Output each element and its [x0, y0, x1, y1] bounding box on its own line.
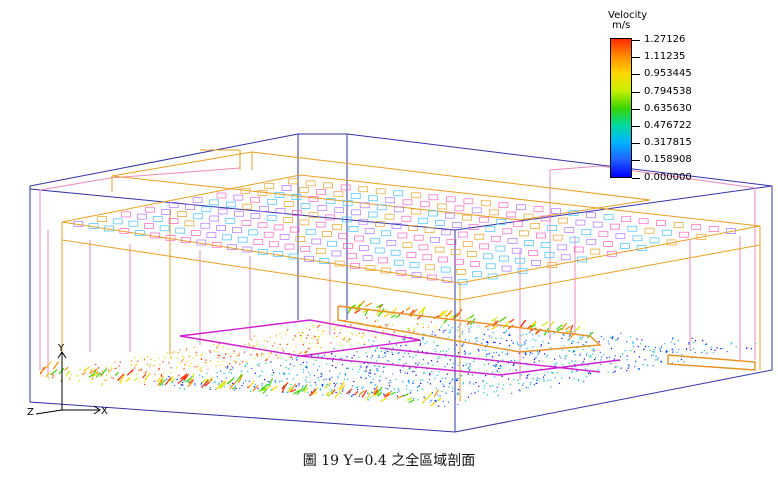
ceiling-diffuser-grid: [61, 149, 761, 402]
velocity-vector-field: [39, 300, 757, 407]
figure-caption: 圖 19 Y=0.4 之全區域剖面: [302, 453, 476, 469]
axis-label-x: X: [101, 406, 108, 417]
axis-label-y: Y: [57, 343, 65, 354]
legend-tick-label: 1.27126: [644, 34, 686, 45]
legend-tick-label: 0.000000: [644, 171, 692, 183]
legend-tick-label: 0.158908: [644, 154, 692, 166]
legend-tick-mark: [632, 108, 640, 110]
floor-features: [179, 305, 756, 376]
legend-unit: m/s: [612, 20, 631, 31]
legend-tick-mark: [632, 126, 640, 127]
legend-tick-label: 0.953445: [644, 68, 692, 80]
axis-label-z: Z: [27, 407, 34, 418]
legend-tick-label: 1.11235: [644, 51, 686, 63]
cfd-scene: Y X Z: [27, 133, 773, 433]
legend-tick-mark: [632, 160, 640, 162]
legend-tick-mark: [632, 57, 640, 59]
legend-color-bar: [610, 38, 632, 178]
legend-tick-mark: [632, 40, 640, 41]
legend-tick-mark: [632, 143, 640, 145]
legend-tick-label: 0.317815: [644, 137, 692, 149]
legend-tick-label: 0.476722: [644, 120, 692, 131]
legend-tick-label: 0.794538: [644, 85, 692, 97]
legend-tick-mark: [632, 74, 640, 76]
legend-tick-label: 0.635630: [644, 102, 692, 114]
legend-tick-mark: [632, 91, 640, 93]
legend-tick-mark: [632, 177, 640, 179]
